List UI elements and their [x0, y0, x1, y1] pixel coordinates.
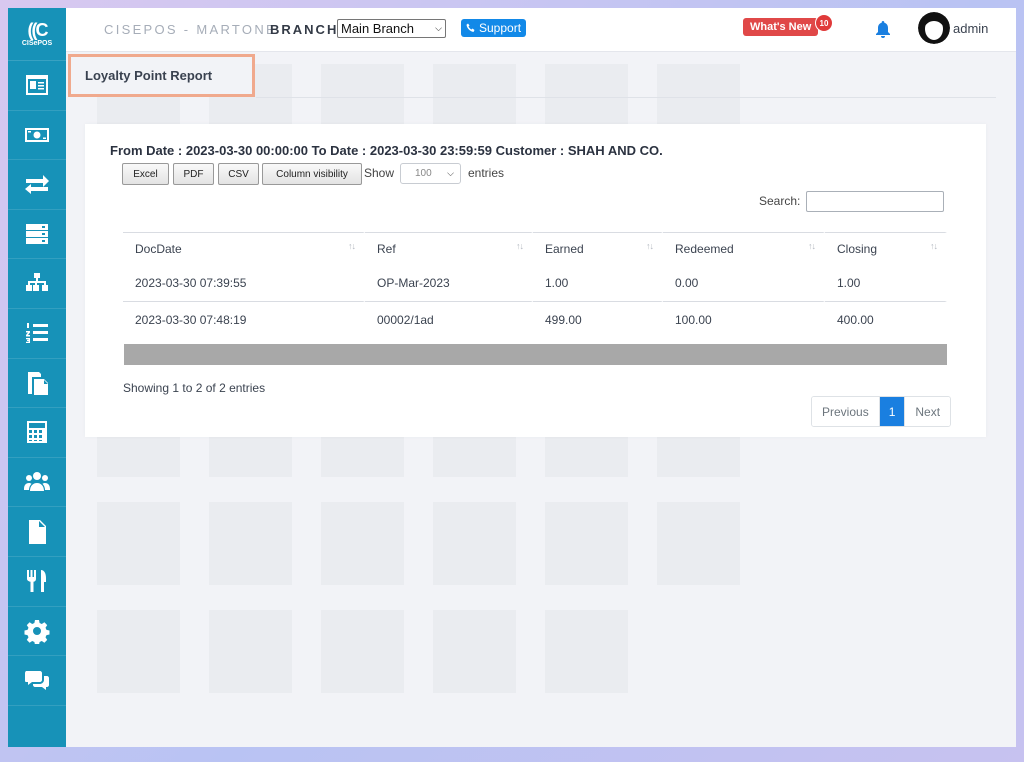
column-visibility-button[interactable]: Column visibility — [262, 163, 362, 185]
cell-ref: OP-Mar-2023 — [365, 265, 533, 302]
money-icon — [25, 127, 49, 142]
previous-page-button[interactable]: Previous — [812, 397, 880, 426]
table-footer-bar — [124, 344, 947, 365]
excel-button[interactable]: Excel — [122, 163, 169, 185]
page-title-box: Loyalty Point Report — [68, 54, 255, 97]
sidebar-item-transfer[interactable] — [8, 160, 66, 210]
sidebar-item-copy[interactable] — [8, 359, 66, 409]
cell-redeemed: 100.00 — [663, 302, 825, 338]
bell-icon — [876, 21, 890, 38]
page-1-button[interactable]: 1 — [879, 397, 905, 426]
pdf-button[interactable]: PDF — [173, 163, 214, 185]
cell-closing: 400.00 — [825, 302, 947, 338]
settings-icon — [24, 619, 50, 644]
logo-icon: ((C — [27, 19, 49, 40]
column-header-closing[interactable]: Closing ↑↓ — [825, 232, 947, 265]
cell-ref: 00002/1ad — [365, 302, 533, 338]
page-title: Loyalty Point Report — [85, 68, 213, 83]
top-bar: CISEPOS - MARTONE BRANCH Main Branch ⌵ S… — [66, 8, 1016, 52]
cell-redeemed: 0.00 — [663, 265, 825, 302]
sidebar-item-calculator[interactable] — [8, 408, 66, 458]
cell-docdate: 2023-03-30 07:48:19 — [123, 302, 365, 338]
column-header-ref[interactable]: Ref ↑↓ — [365, 232, 533, 265]
entries-label: entries — [468, 166, 505, 180]
sort-icon: ↑↓ — [808, 241, 816, 251]
user-name[interactable]: admin — [953, 21, 988, 36]
chat-icon — [25, 671, 49, 691]
sidebar-item-list[interactable] — [8, 309, 66, 359]
chevron-down-icon: ⌵ — [435, 23, 442, 33]
copy-icon — [28, 371, 48, 395]
branch-label: BRANCH — [270, 22, 339, 37]
utensils-icon — [27, 570, 46, 593]
sidebar: ((C CISePOS — [8, 8, 66, 747]
sort-icon: ↑↓ — [646, 241, 654, 251]
whats-new-badge: 10 — [815, 14, 833, 32]
report-card: From Date : 2023-03-30 00:00:00 To Date … — [85, 124, 986, 437]
table-row: 2023-03-30 07:48:19 00002/1ad 499.00 100… — [123, 302, 947, 338]
sidebar-item-users[interactable] — [8, 458, 66, 508]
whats-new-button[interactable]: What's New — [743, 18, 819, 36]
transfer-icon — [25, 175, 49, 195]
sidebar-item-file[interactable] — [8, 507, 66, 557]
sidebar-item-money[interactable] — [8, 111, 66, 161]
page-length-value: 100 — [415, 168, 432, 179]
loyalty-table: DocDate ↑↓ Ref ↑↓ Earned ↑↓ Redeemed ↑↓ Clos… — [123, 232, 947, 338]
sort-icon: ↑↓ — [930, 241, 938, 251]
column-header-docdate[interactable]: DocDate ↑↓ — [123, 232, 365, 265]
cell-earned: 1.00 — [533, 265, 663, 302]
sidebar-item-server[interactable] — [8, 210, 66, 260]
sitemap-icon — [26, 272, 48, 291]
sort-icon: ↑↓ — [348, 241, 356, 251]
search-input[interactable] — [806, 191, 944, 212]
users-icon — [24, 472, 50, 492]
table-row: 2023-03-30 07:39:55 OP-Mar-2023 1.00 0.0… — [123, 265, 947, 302]
page-length-select[interactable]: 100 ⌵ — [400, 163, 461, 184]
sort-icon: ↑↓ — [516, 241, 524, 251]
app-window: ((C CISePOS CISEPOS - MARTONE BRANCH Mai… — [8, 8, 1016, 747]
phone-icon — [466, 23, 475, 32]
search-label: Search: — [759, 194, 801, 208]
brand-name: CISEPOS - MARTONE — [104, 22, 277, 37]
column-header-redeemed[interactable]: Redeemed ↑↓ — [663, 232, 825, 265]
sidebar-item-settings[interactable] — [8, 607, 66, 657]
table-info: Showing 1 to 2 of 2 entries — [123, 381, 266, 395]
cell-earned: 499.00 — [533, 302, 663, 338]
cell-closing: 1.00 — [825, 265, 947, 302]
support-button[interactable]: Support — [461, 19, 527, 37]
branch-select-value: Main Branch — [341, 21, 414, 36]
sidebar-item-chat[interactable] — [8, 656, 66, 706]
csv-button[interactable]: CSV — [218, 163, 259, 185]
table-header-row: DocDate ↑↓ Ref ↑↓ Earned ↑↓ Redeemed ↑↓ Clos… — [123, 232, 947, 265]
user-avatar-icon — [918, 12, 950, 44]
calculator-icon — [27, 421, 47, 444]
header-divider — [256, 97, 996, 98]
logo-text: CISePOS — [21, 39, 53, 47]
sidebar-item-restaurant[interactable] — [8, 557, 66, 607]
notifications-button[interactable] — [874, 20, 892, 38]
show-label: Show — [364, 166, 395, 180]
next-page-button[interactable]: Next — [904, 397, 951, 426]
cell-docdate: 2023-03-30 07:39:55 — [123, 265, 365, 302]
support-label: Support — [479, 21, 522, 35]
pagination: Previous 1 Next — [811, 396, 952, 427]
avatar[interactable] — [918, 12, 950, 44]
dashboard-icon — [26, 75, 48, 96]
sidebar-item-dashboard[interactable] — [8, 61, 66, 111]
report-filter-summary: From Date : 2023-03-30 00:00:00 To Date … — [110, 143, 663, 158]
server-icon — [26, 224, 48, 245]
file-icon — [29, 519, 46, 544]
branch-select[interactable]: Main Branch ⌵ — [337, 19, 446, 38]
chevron-down-icon: ⌵ — [447, 168, 454, 178]
list-ordered-icon — [26, 323, 48, 344]
sidebar-item-sitemap[interactable] — [8, 259, 66, 309]
column-header-earned[interactable]: Earned ↑↓ — [533, 232, 663, 265]
logo[interactable]: ((C CISePOS — [8, 8, 66, 61]
